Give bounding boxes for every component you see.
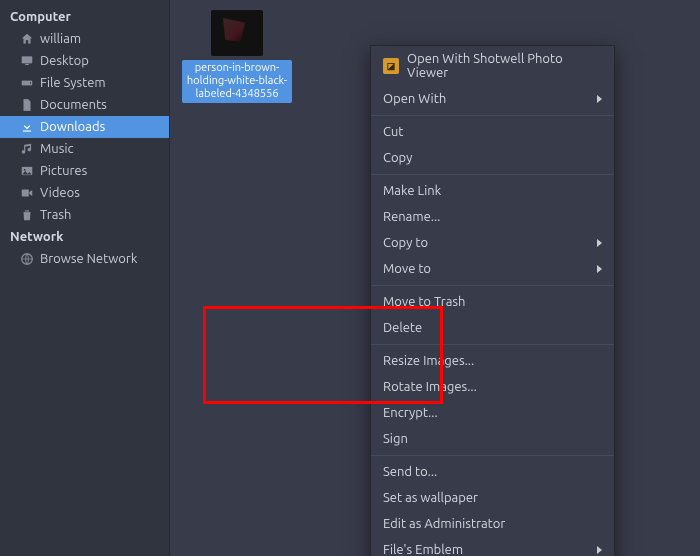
doc-icon	[20, 98, 34, 112]
sidebar-heading-network: Network	[0, 226, 169, 248]
sidebar: Computer william Desktop File System Doc…	[0, 0, 170, 556]
shotwell-icon: ◪	[383, 58, 399, 74]
menu-label: Cut	[383, 125, 602, 139]
menu-separator	[371, 455, 614, 456]
menu-label: Delete	[383, 321, 602, 335]
chevron-right-icon	[597, 546, 602, 554]
menu-separator	[371, 115, 614, 116]
menu-cut[interactable]: Cut	[371, 119, 614, 145]
sidebar-item-label: Browse Network	[40, 252, 137, 266]
menu-separator	[371, 285, 614, 286]
menu-label: Rotate Images...	[383, 380, 602, 394]
menu-label: Move to	[383, 262, 597, 276]
sidebar-heading-computer: Computer	[0, 6, 169, 28]
menu-label: Copy	[383, 151, 602, 165]
desktop-icon	[20, 54, 34, 68]
music-icon	[20, 142, 34, 156]
home-icon	[20, 32, 34, 46]
sidebar-item-label: Videos	[40, 186, 80, 200]
menu-label: Move to Trash	[383, 295, 602, 309]
chevron-right-icon	[597, 265, 602, 273]
menu-rename[interactable]: Rename...	[371, 204, 614, 230]
menu-sign[interactable]: Sign	[371, 426, 614, 452]
sidebar-item-videos[interactable]: Videos	[0, 182, 169, 204]
network-icon	[20, 252, 34, 266]
menu-send-to[interactable]: Send to...	[371, 459, 614, 485]
download-icon	[20, 120, 34, 134]
sidebar-item-label: Music	[40, 142, 74, 156]
menu-set-wallpaper[interactable]: Set as wallpaper	[371, 485, 614, 511]
menu-files-emblem[interactable]: File's Emblem	[371, 537, 614, 556]
sidebar-item-label: william	[40, 32, 81, 46]
sidebar-item-trash[interactable]: Trash	[0, 204, 169, 226]
menu-label: Encrypt...	[383, 406, 602, 420]
picture-icon	[20, 164, 34, 178]
menu-label: Send to...	[383, 465, 602, 479]
menu-move-to-trash[interactable]: Move to Trash	[371, 289, 614, 315]
menu-label: Edit as Administrator	[383, 517, 602, 531]
menu-edit-as-admin[interactable]: Edit as Administrator	[371, 511, 614, 537]
sidebar-item-documents[interactable]: Documents	[0, 94, 169, 116]
sidebar-item-music[interactable]: Music	[0, 138, 169, 160]
menu-label: File's Emblem	[383, 543, 597, 556]
menu-separator	[371, 344, 614, 345]
trash-icon	[20, 208, 34, 222]
menu-open-with[interactable]: Open With	[371, 86, 614, 112]
chevron-right-icon	[597, 239, 602, 247]
menu-rotate-images[interactable]: Rotate Images...	[371, 374, 614, 400]
drive-icon	[20, 76, 34, 90]
sidebar-item-label: Pictures	[40, 164, 87, 178]
menu-label: Open With Shotwell Photo Viewer	[407, 52, 602, 80]
sidebar-item-filesystem[interactable]: File System	[0, 72, 169, 94]
sidebar-item-desktop[interactable]: Desktop	[0, 50, 169, 72]
menu-label: Make Link	[383, 184, 602, 198]
menu-copy-to[interactable]: Copy to	[371, 230, 614, 256]
menu-delete[interactable]: Delete	[371, 315, 614, 341]
sidebar-item-label: Desktop	[40, 54, 89, 68]
sidebar-item-downloads[interactable]: Downloads	[0, 116, 169, 138]
file-thumbnail	[211, 10, 263, 56]
menu-resize-images[interactable]: Resize Images...	[371, 348, 614, 374]
file-label: person-in-brown-holding-white-black-labe…	[182, 60, 292, 103]
sidebar-item-label: File System	[40, 76, 106, 90]
video-icon	[20, 186, 34, 200]
menu-make-link[interactable]: Make Link	[371, 178, 614, 204]
sidebar-item-pictures[interactable]: Pictures	[0, 160, 169, 182]
menu-label: Sign	[383, 432, 602, 446]
menu-open-with-shotwell[interactable]: ◪ Open With Shotwell Photo Viewer	[371, 46, 614, 86]
menu-label: Rename...	[383, 210, 602, 224]
menu-move-to[interactable]: Move to	[371, 256, 614, 282]
menu-label: Open With	[383, 92, 597, 106]
menu-label: Copy to	[383, 236, 597, 250]
main-pane: person-in-brown-holding-white-black-labe…	[170, 0, 700, 556]
menu-separator	[371, 174, 614, 175]
context-menu: ◪ Open With Shotwell Photo Viewer Open W…	[370, 45, 615, 556]
menu-encrypt[interactable]: Encrypt...	[371, 400, 614, 426]
sidebar-item-browse-network[interactable]: Browse Network	[0, 248, 169, 270]
sidebar-item-label: Trash	[40, 208, 71, 222]
menu-label: Resize Images...	[383, 354, 602, 368]
file-item[interactable]: person-in-brown-holding-white-black-labe…	[182, 10, 292, 103]
menu-copy[interactable]: Copy	[371, 145, 614, 171]
sidebar-item-home[interactable]: william	[0, 28, 169, 50]
sidebar-item-label: Documents	[40, 98, 107, 112]
sidebar-item-label: Downloads	[40, 120, 105, 134]
menu-label: Set as wallpaper	[383, 491, 602, 505]
chevron-right-icon	[597, 95, 602, 103]
